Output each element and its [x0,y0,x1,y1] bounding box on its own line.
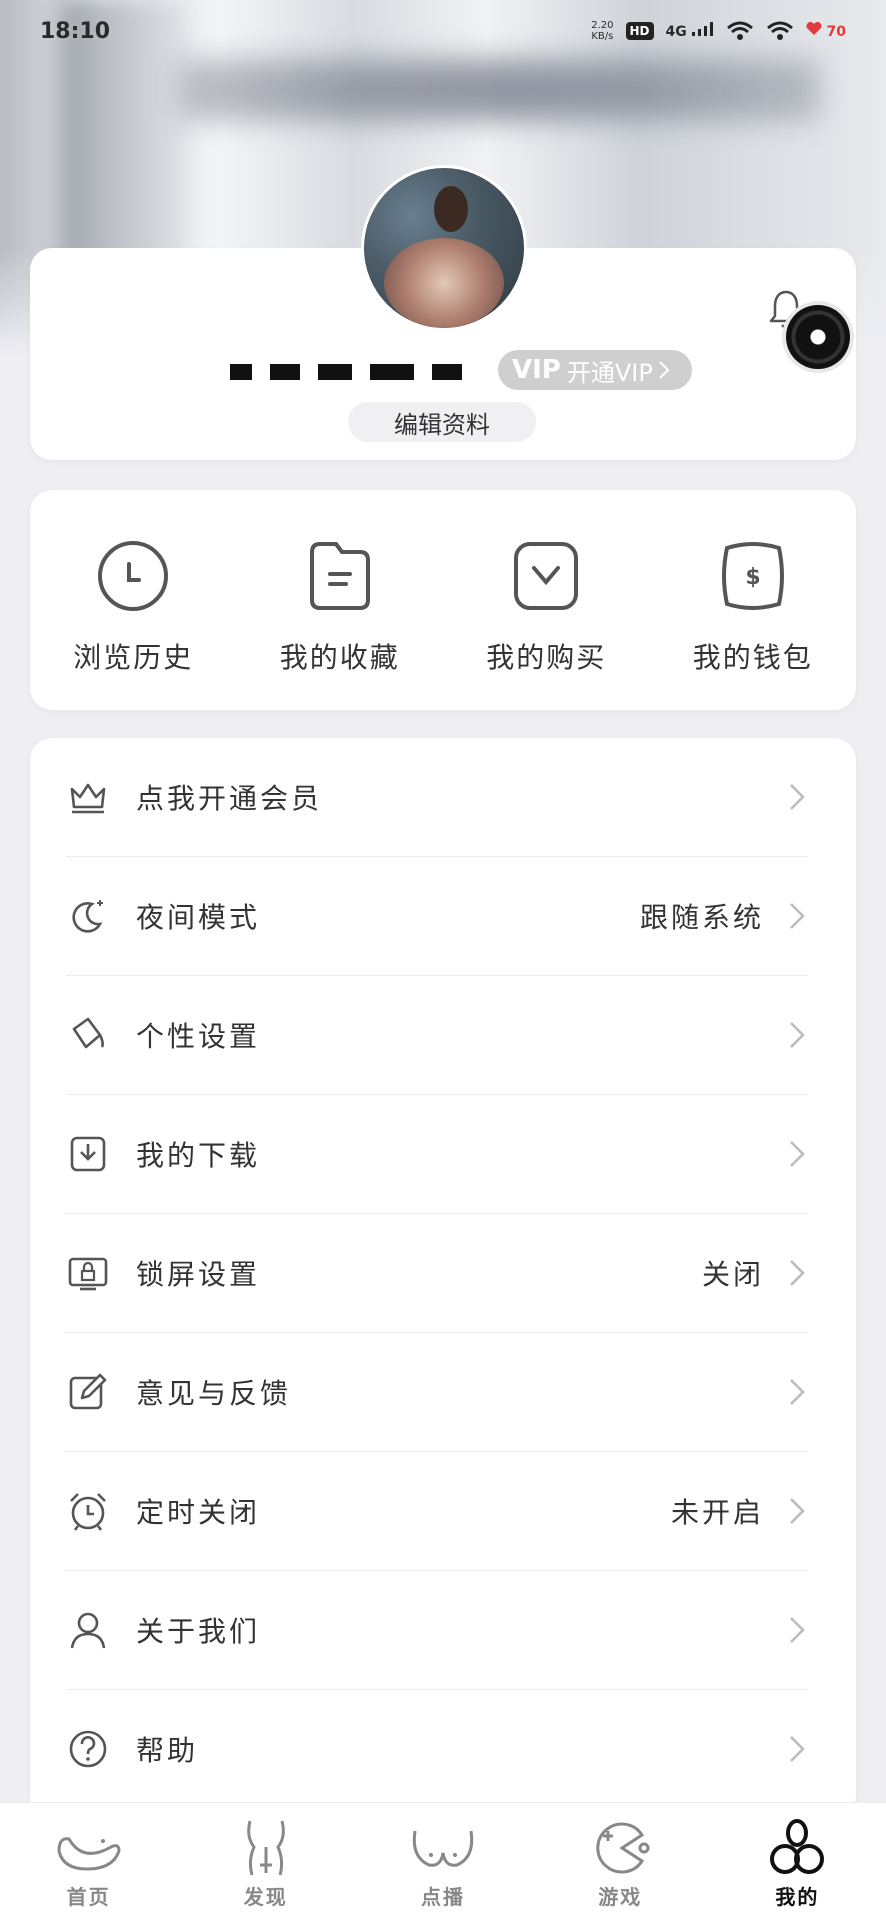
username [230,352,462,392]
menu-item-lock-screen[interactable]: 锁屏设置 关闭 [66,1213,808,1332]
menu-item-vip[interactable]: 点我开通会员 [66,738,808,856]
tab-label: 发现 [243,1885,288,1909]
chevron-right-icon [790,1379,805,1405]
wifi-icon [766,21,793,40]
chevron-right-icon [790,1260,805,1286]
edit-icon [69,1373,107,1410]
menu-item-sleep-timer[interactable]: 定时关闭 未开启 [66,1451,808,1570]
chevron-right-icon [790,903,805,929]
avatar-flowers [384,238,504,328]
quick-action-wallet[interactable]: $ 我的钱包 [650,490,857,710]
battery-icon: 70 [806,21,846,40]
download-icon [70,1136,106,1172]
menu-item-value: 跟随系统 [639,901,764,934]
menu-item-label: 个性设置 [136,1020,261,1053]
alarm-icon [70,1493,106,1531]
status-bar: 18:10 2.20 KB/s HD 4G 70 [0,0,886,62]
chevron-right-icon [790,784,805,810]
open-vip-button[interactable]: VIP 开通VIP [498,350,692,390]
quick-action-label: 我的购买 [486,641,607,674]
menu-item-downloads[interactable]: 我的下载 [66,1094,808,1213]
menu-item-label: 定时关闭 [136,1496,261,1529]
chevron-right-icon [790,1498,805,1524]
quick-action-favorites[interactable]: 我的收藏 [237,490,444,710]
avatar[interactable] [364,168,524,328]
paint-bucket-icon [72,1017,104,1049]
menu-item-label: 锁屏设置 [136,1258,261,1291]
music-disc-icon[interactable] [786,305,850,369]
svg-text:$: $ [745,565,760,590]
game-tab-icon [596,1822,650,1874]
menu-item-personalize[interactable]: 个性设置 [66,975,808,1094]
clock-icon [98,541,169,611]
menu-item-label: 我的下载 [136,1139,261,1172]
chevron-right-icon [659,361,670,379]
home-tab-icon [57,1837,121,1871]
vod-tab-icon [412,1830,474,1867]
tab-label: 我的 [775,1885,820,1909]
cell-signal-label: 4G [665,24,687,40]
chevron-right-icon [790,1141,805,1167]
menu-item-feedback[interactable]: 意见与反馈 [66,1332,808,1451]
purchase-icon [514,542,579,610]
lock-screen-icon [68,1257,108,1291]
network-speed-unit: KB/s [591,31,614,42]
wallet-icon: $ [721,542,784,610]
quick-action-label: 浏览历史 [73,641,194,674]
tab-game[interactable]: 游戏 [532,1803,709,1921]
quick-actions-card: 浏览历史 我的收藏 我的购买 $ 我的钱包 [30,490,856,710]
chevron-right-icon [790,1022,805,1048]
chevron-right-icon [790,1736,805,1762]
help-icon [69,1730,107,1768]
quick-action-label: 我的收藏 [279,641,400,674]
bottom-tab-bar: 首页 发现 点播 游戏 我的 [0,1802,886,1921]
wifi-plus-icon [726,21,753,40]
folder-icon [309,542,370,610]
quick-action-history[interactable]: 浏览历史 [30,490,237,710]
tab-mine[interactable]: 我的 [709,1803,886,1921]
menu-item-label: 夜间模式 [136,901,261,934]
cell-signal-icon: 4G [666,22,714,40]
battery-level: 70 [826,24,846,40]
quick-action-label: 我的钱包 [692,641,813,674]
hd-icon: HD [625,22,654,40]
quick-action-purchases[interactable]: 我的购买 [443,490,650,710]
menu-item-help[interactable]: 帮助 [66,1689,808,1808]
menu-item-night-mode[interactable]: 夜间模式 跟随系统 [66,856,808,975]
mine-tab-icon [770,1819,825,1874]
open-vip-label: 开通VIP [566,358,653,387]
menu-item-label: 关于我们 [136,1615,261,1648]
discover-tab-icon [246,1820,285,1876]
moon-icon [72,900,103,933]
menu-item-label: 点我开通会员 [136,782,323,815]
menu-item-value: 未开启 [670,1496,764,1529]
signal-bars-icon [691,22,713,36]
tab-label: 点播 [421,1885,465,1909]
edit-profile-button[interactable]: 编辑资料 [348,402,536,442]
tab-label: 游戏 [598,1885,643,1909]
settings-menu: 点我开通会员 夜间模式 跟随系统 个性设置 我的下载 锁屏设置 关闭 意见与反馈… [30,738,856,1818]
network-speed: 2.20 KB/s [591,20,613,42]
menu-item-label: 帮助 [136,1734,199,1767]
avatar-figure [434,186,468,232]
menu-item-label: 意见与反馈 [136,1377,292,1410]
crown-icon [70,783,106,814]
status-time: 18:10 [40,18,111,44]
network-speed-value: 2.20 [591,20,614,31]
vip-logo: VIP [512,355,561,385]
tab-home[interactable]: 首页 [0,1803,177,1921]
tab-discover[interactable]: 发现 [177,1803,354,1921]
heart-pulse-icon [806,21,822,35]
chevron-right-icon [790,1617,805,1643]
menu-item-value: 关闭 [701,1258,764,1291]
status-icons: 2.20 KB/s HD 4G 70 [591,20,846,42]
menu-item-about[interactable]: 关于我们 [66,1570,808,1689]
username-redacted [230,364,462,380]
tab-vod[interactable]: 点播 [354,1803,531,1921]
background-blur-beam [180,60,820,120]
tab-label: 首页 [66,1885,111,1909]
user-icon [70,1612,106,1649]
